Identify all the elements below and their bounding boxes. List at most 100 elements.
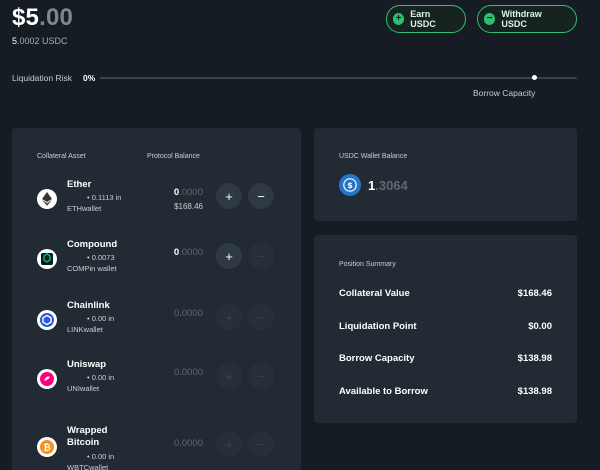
uniswap-icon bbox=[37, 369, 57, 389]
protocol-balance-usd: $168.46 bbox=[174, 202, 203, 211]
protocol-balance-rest: 0.0000 bbox=[173, 438, 203, 449]
protocol-balance: 0.0000 bbox=[174, 438, 203, 449]
table-row: Ether • 0.1113 in ETHwallet 0.0000 $168.46 + − bbox=[12, 175, 301, 235]
summary-row-value: $138.98 bbox=[517, 386, 552, 397]
withdraw-button: − bbox=[248, 304, 274, 330]
protocol-balance: 0.0000 bbox=[174, 187, 203, 198]
borrow-capacity-marker bbox=[532, 75, 537, 80]
table-row: ₿ Wrapped Bitcoin • 0.00 in WBTCwallet 0.0000… bbox=[12, 421, 301, 470]
supply-button[interactable]: + bbox=[216, 243, 242, 269]
asset-name: Compound bbox=[67, 239, 117, 251]
plus-icon: + bbox=[225, 309, 233, 325]
asset-wallet-label: LINKwallet bbox=[67, 325, 103, 334]
supply-button: + bbox=[216, 363, 242, 389]
withdraw-button: − bbox=[248, 431, 274, 457]
asset-name: Chainlink bbox=[67, 300, 110, 312]
plus-icon: + bbox=[225, 436, 233, 452]
plus-icon: + bbox=[225, 368, 233, 384]
summary-row-collateral-value: Collateral Value $168.46 bbox=[339, 288, 552, 299]
collateral-asset-header: Collateral Asset bbox=[37, 153, 86, 160]
protocol-balance: 0.0000 bbox=[174, 367, 203, 378]
balance-whole: $5 bbox=[12, 4, 40, 31]
protocol-balance-header: Protocol Balance bbox=[147, 153, 200, 160]
plus-icon: + bbox=[225, 188, 233, 204]
summary-row-available-to-borrow: Available to Borrow $138.98 bbox=[339, 386, 552, 397]
liquidation-risk-value: 0% bbox=[83, 73, 96, 83]
chainlink-icon bbox=[37, 310, 57, 330]
withdraw-usdc-button[interactable]: − Withdraw USDC bbox=[477, 5, 577, 33]
asset-wallet-label: UNIwallet bbox=[67, 384, 100, 393]
asset-name: Wrapped Bitcoin bbox=[67, 425, 107, 449]
summary-row-label: Liquidation Point bbox=[339, 321, 417, 332]
protocol-balance-rest: .0000 bbox=[179, 187, 203, 198]
summary-row-liquidation-point: Liquidation Point $0.00 bbox=[339, 321, 552, 332]
asset-wallet-label: WBTCwallet bbox=[67, 463, 109, 470]
plus-icon: + bbox=[225, 248, 233, 264]
asset-wallet-label: COMPin wallet bbox=[67, 264, 117, 273]
balance-usdc-rest: .0002 USDC bbox=[17, 36, 68, 46]
wallet-balance-label: USDC Wallet Balance bbox=[339, 153, 408, 160]
position-summary-label: Position Summary bbox=[339, 261, 396, 268]
minus-icon: − bbox=[257, 188, 265, 204]
svg-text:$: $ bbox=[347, 181, 353, 190]
minus-icon: − bbox=[257, 309, 265, 325]
plus-icon: + bbox=[393, 13, 405, 25]
asset-name-line: Ether bbox=[67, 179, 92, 190]
earn-usdc-label: Earn USDC bbox=[410, 9, 436, 29]
protocol-balance-rest: 0.0000 bbox=[173, 367, 203, 378]
summary-row-value: $168.46 bbox=[517, 288, 552, 299]
minus-icon: − bbox=[257, 248, 265, 264]
withdraw-button: − bbox=[248, 363, 274, 389]
minus-icon: − bbox=[257, 436, 265, 452]
usdc-wallet-card: USDC Wallet Balance $ 1.3064 bbox=[314, 128, 577, 221]
protocol-balance: 0.0000 bbox=[174, 308, 203, 319]
balance-decimal: .00 bbox=[39, 4, 74, 31]
summary-row-label: Available to Borrow bbox=[339, 386, 428, 397]
compound-icon bbox=[37, 249, 57, 269]
borrow-capacity-label: Borrow Capacity bbox=[473, 88, 536, 98]
asset-wallet-amount: • 0.00 in bbox=[87, 373, 115, 382]
asset-name-line: Uniswap bbox=[67, 359, 107, 370]
table-row: Uniswap • 0.00 in UNIwallet 0.0000 + − bbox=[12, 355, 301, 415]
withdraw-usdc-label: Withdraw USDC bbox=[501, 9, 542, 29]
asset-name: Uniswap bbox=[67, 359, 106, 371]
summary-row-value: $0.00 bbox=[528, 321, 552, 332]
summary-row-label: Borrow Capacity bbox=[339, 353, 415, 364]
withdraw-button: − bbox=[248, 243, 274, 269]
asset-wallet-amount: • 0.00 in bbox=[87, 452, 115, 461]
minus-icon: − bbox=[484, 13, 496, 25]
asset-name-line: Compound bbox=[67, 239, 118, 250]
liquidation-risk-track bbox=[100, 77, 577, 79]
position-summary-card: Position Summary Collateral Value $168.4… bbox=[314, 235, 577, 423]
minus-icon: − bbox=[257, 368, 265, 384]
withdraw-button[interactable]: − bbox=[248, 183, 274, 209]
protocol-balance-rest: .0000 bbox=[179, 247, 203, 258]
ether-icon bbox=[37, 189, 57, 209]
asset-name-line: Wrapped bbox=[67, 425, 108, 436]
asset-wallet-amount: • 0.00 in bbox=[87, 314, 115, 323]
svg-text:₿: ₿ bbox=[43, 443, 50, 454]
supply-button[interactable]: + bbox=[216, 183, 242, 209]
summary-row-value: $138.98 bbox=[517, 353, 552, 364]
collateral-card: Collateral Asset Protocol Balance Ether •… bbox=[12, 128, 301, 470]
asset-wallet-amount: • 0.0073 bbox=[87, 253, 115, 262]
bitcoin-icon: ₿ bbox=[37, 437, 57, 457]
supply-button: + bbox=[216, 304, 242, 330]
protocol-balance-rest: 0.0000 bbox=[173, 308, 203, 319]
summary-row-borrow-capacity: Borrow Capacity $138.98 bbox=[339, 353, 552, 364]
earn-usdc-button[interactable]: + Earn USDC bbox=[386, 5, 466, 33]
wallet-balance-value: 1.3064 bbox=[368, 178, 408, 193]
usdc-icon: $ bbox=[339, 174, 361, 196]
balance-usdc: 5.0002 USDC bbox=[12, 36, 68, 46]
table-row: Chainlink • 0.00 in LINKwallet 0.0000 + − bbox=[12, 296, 301, 356]
summary-row-label: Collateral Value bbox=[339, 288, 410, 299]
asset-name: Ether bbox=[67, 179, 91, 191]
asset-wallet-label: ETHwallet bbox=[67, 204, 102, 213]
asset-name-line: Chainlink bbox=[67, 300, 110, 311]
protocol-balance: 0.0000 bbox=[174, 247, 203, 258]
asset-name-line: Bitcoin bbox=[67, 437, 100, 448]
wallet-balance-rest: .3064 bbox=[375, 178, 408, 193]
balance-amount: $5.00 bbox=[12, 4, 73, 32]
supply-button: + bbox=[216, 431, 242, 457]
table-row: Compound • 0.0073 COMPin wallet 0.0000 + − bbox=[12, 235, 301, 295]
